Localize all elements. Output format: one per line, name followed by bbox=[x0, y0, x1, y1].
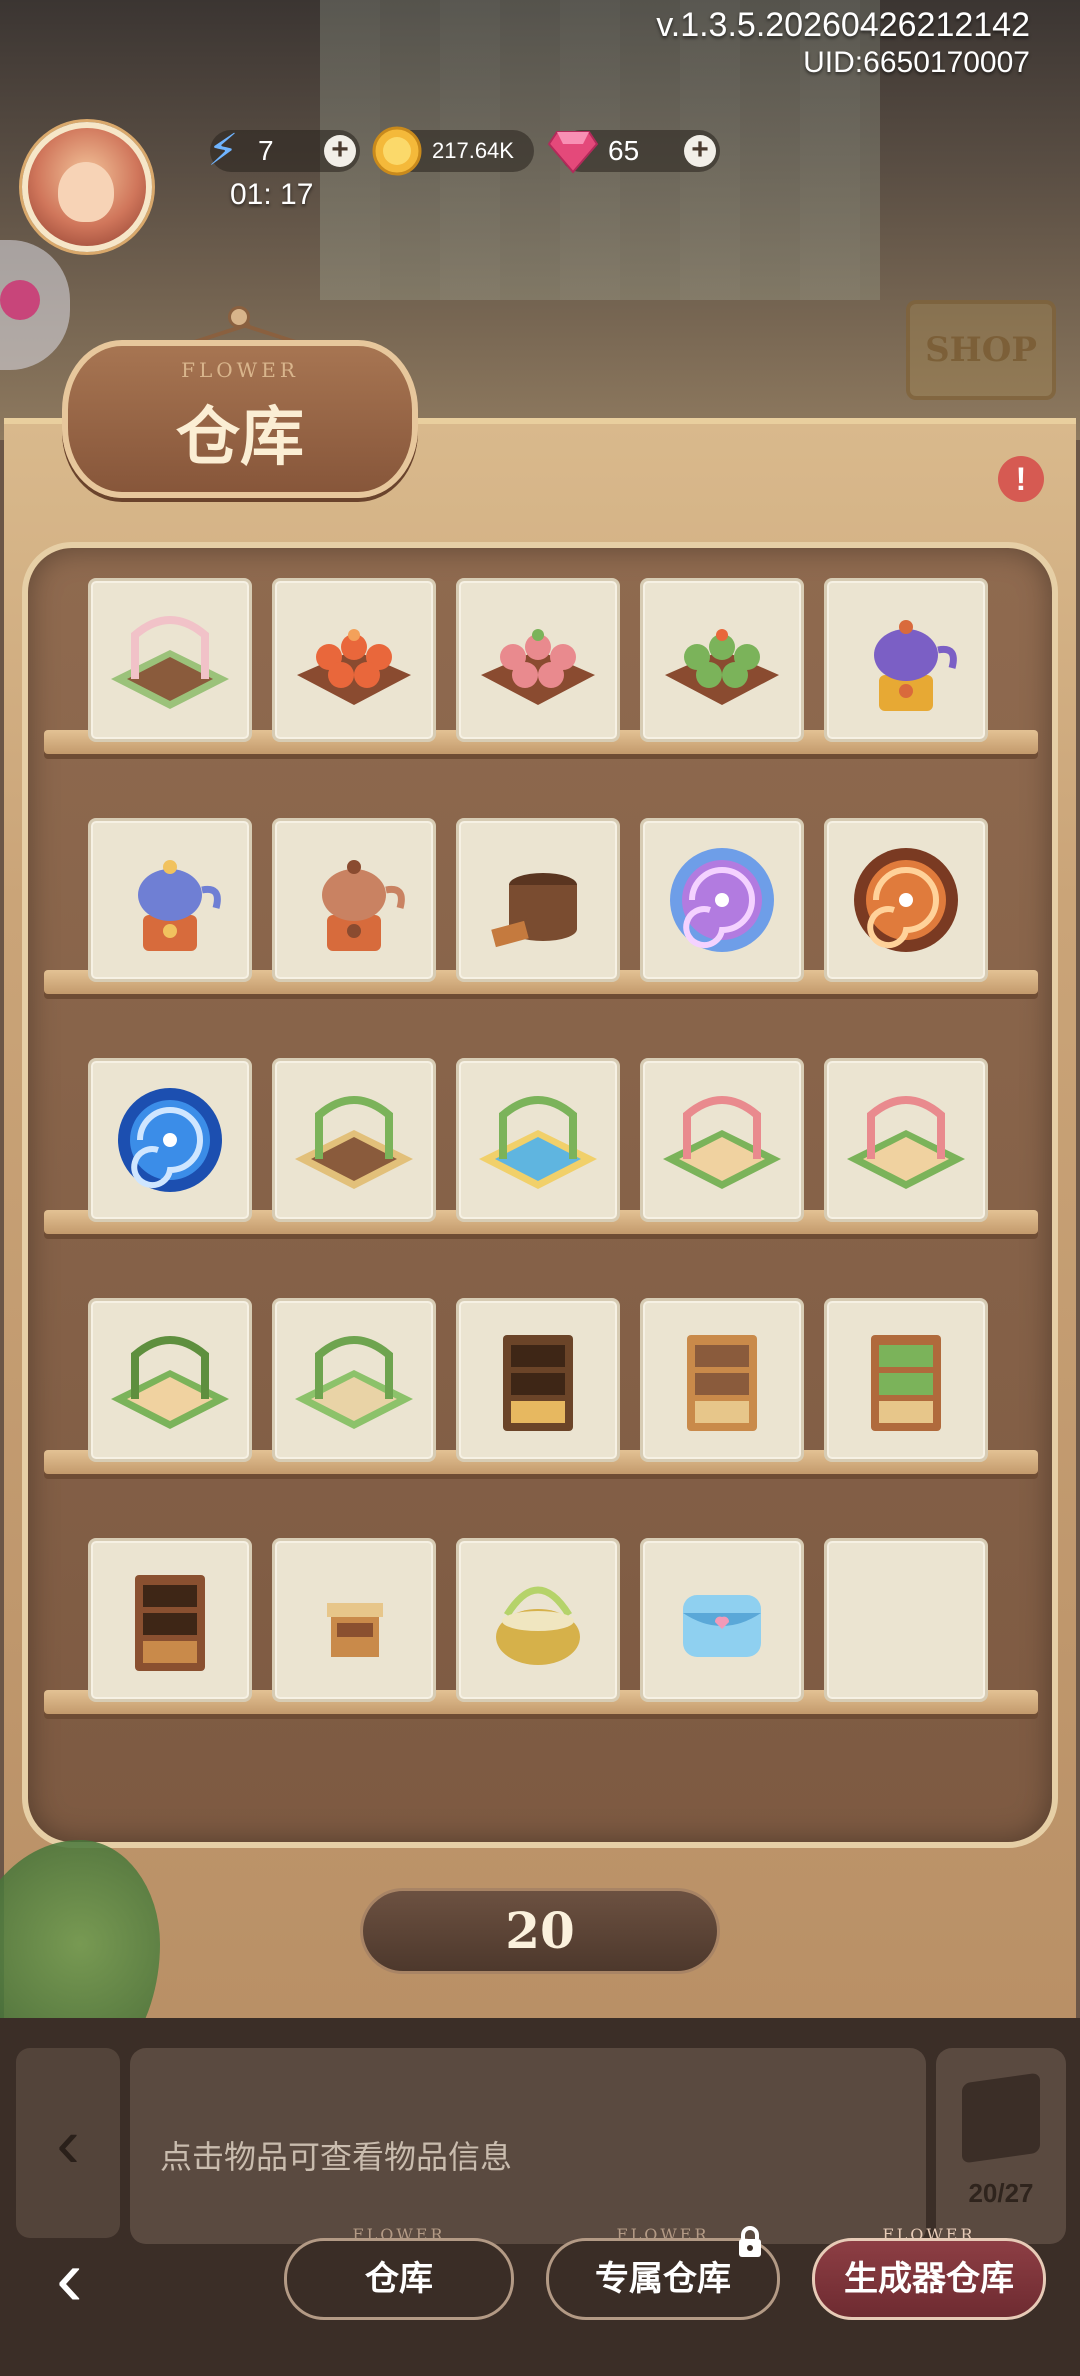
lock-icon bbox=[739, 2226, 761, 2257]
coin-counter: 217.64K bbox=[372, 126, 534, 176]
wooden-pot-icon bbox=[491, 873, 577, 948]
flower-garden-fence-icon bbox=[111, 616, 229, 709]
item-count: 20 bbox=[360, 1888, 720, 1974]
title-subtitle: FLOWER bbox=[181, 358, 299, 382]
flower-cabinet-icon bbox=[871, 1335, 941, 1431]
item-slot[interactable] bbox=[88, 818, 252, 982]
tab-exclusive-warehouse[interactable]: FLOWER 专属仓库 bbox=[546, 2226, 780, 2320]
back-arrow-button[interactable]: ‹ bbox=[56, 2238, 120, 2318]
wooden-cottage-icon bbox=[295, 1096, 413, 1189]
item-slot[interactable] bbox=[272, 578, 436, 742]
ruby-gem-icon bbox=[546, 124, 600, 178]
item-slot[interactable] bbox=[456, 818, 620, 982]
empty-slot[interactable] bbox=[824, 1538, 988, 1702]
cat-bookshelf-icon bbox=[687, 1335, 757, 1431]
tab-subtitle: FLOWER bbox=[352, 2225, 446, 2244]
vine-pergola-icon bbox=[111, 1336, 229, 1429]
purple-vortex-icon bbox=[670, 848, 774, 952]
title-plaque: FLOWER 仓库 bbox=[62, 340, 418, 498]
pond-pavilion-icon bbox=[479, 1096, 597, 1189]
alert-badge[interactable]: ! bbox=[998, 456, 1044, 502]
energy-value: 7 bbox=[258, 135, 274, 166]
avatar-face bbox=[58, 162, 114, 222]
green-arch-tile-icon bbox=[847, 1096, 965, 1189]
orange-vortex-icon bbox=[854, 848, 958, 952]
uid-label: UID:6650170007 bbox=[803, 46, 1030, 79]
orange-flower-bed-icon bbox=[297, 629, 411, 705]
pink-flower-bed-icon bbox=[481, 629, 595, 705]
item-slot[interactable] bbox=[824, 818, 988, 982]
add-energy-button[interactable]: + bbox=[324, 135, 356, 167]
item-slot[interactable] bbox=[272, 1538, 436, 1702]
collapse-arrow-button[interactable]: ‹ bbox=[16, 2048, 120, 2238]
item-slot[interactable] bbox=[640, 578, 804, 742]
lightning-icon: ⚡ bbox=[207, 126, 239, 175]
sprout-flower-bed-icon bbox=[665, 629, 779, 705]
coin-value: 217.64K bbox=[432, 138, 514, 163]
item-slot[interactable] bbox=[824, 1298, 988, 1462]
small-stool-icon bbox=[327, 1603, 383, 1657]
item-slot[interactable] bbox=[456, 1538, 620, 1702]
tab-warehouse-label: 仓库 bbox=[365, 2260, 433, 2298]
energy-counter: ⚡ 7 + bbox=[208, 129, 360, 173]
item-slot[interactable] bbox=[88, 1058, 252, 1222]
page-title: 仓库 bbox=[176, 400, 304, 475]
picnic-basket-icon bbox=[496, 1586, 580, 1665]
shop-sign[interactable]: SHOP bbox=[906, 300, 1056, 400]
add-gems-button[interactable]: + bbox=[684, 135, 716, 167]
tab-warehouse[interactable]: FLOWER 仓库 bbox=[284, 2227, 514, 2320]
blue-teapot-stove-icon bbox=[138, 860, 221, 951]
event-icon bbox=[0, 280, 40, 320]
hanger-nail bbox=[228, 306, 250, 328]
item-slot[interactable] bbox=[88, 1538, 252, 1702]
item-slot[interactable] bbox=[88, 1298, 252, 1462]
dark-cupboard-icon bbox=[503, 1335, 573, 1431]
purple-teapot-stove-icon bbox=[874, 620, 957, 711]
tab-generator-label: 生成器仓库 bbox=[844, 2260, 1014, 2298]
item-info-box: 点击物品可查看物品信息 bbox=[130, 2048, 926, 2244]
item-slot[interactable] bbox=[272, 1058, 436, 1222]
blue-vortex-icon bbox=[118, 1088, 222, 1192]
box-icon bbox=[962, 2072, 1040, 2164]
item-slot[interactable] bbox=[640, 1538, 804, 1702]
version-label: v.1.3.5.20260426212142 bbox=[656, 6, 1030, 44]
item-slot[interactable] bbox=[272, 818, 436, 982]
item-slot[interactable] bbox=[824, 578, 988, 742]
small-cabinet-icon bbox=[135, 1575, 205, 1671]
item-slot[interactable] bbox=[456, 578, 620, 742]
capacity-label: 20/27 bbox=[968, 2178, 1034, 2208]
item-slot[interactable] bbox=[640, 1058, 804, 1222]
capacity-box[interactable]: 20/27 bbox=[936, 2048, 1066, 2244]
copper-teapot-stove-icon bbox=[322, 860, 405, 951]
player-avatar[interactable] bbox=[22, 122, 152, 252]
item-slot[interactable] bbox=[272, 1298, 436, 1462]
tab-generator-warehouse[interactable]: FLOWER 生成器仓库 bbox=[812, 2227, 1046, 2320]
flower-arch-icon bbox=[663, 1096, 781, 1189]
grass-tile-icon bbox=[295, 1336, 413, 1429]
blue-pouch-icon bbox=[683, 1595, 761, 1657]
gem-value: 65 bbox=[608, 135, 640, 166]
tab-exclusive-label: 专属仓库 bbox=[595, 2260, 731, 2298]
item-slot[interactable] bbox=[456, 1058, 620, 1222]
energy-timer: 01: 17 bbox=[230, 178, 314, 211]
item-slot[interactable] bbox=[640, 818, 804, 982]
item-slot[interactable] bbox=[640, 1298, 804, 1462]
version-info: v.1.3.5.20260426212142 UID:6650170007 bbox=[656, 6, 1030, 82]
tab-subtitle: FLOWER bbox=[882, 2225, 976, 2244]
item-slot[interactable] bbox=[88, 578, 252, 742]
item-info-text: 点击物品可查看物品信息 bbox=[160, 2139, 513, 2175]
item-slot[interactable] bbox=[456, 1298, 620, 1462]
gem-counter: 65 + bbox=[547, 130, 720, 174]
item-slot[interactable] bbox=[824, 1058, 988, 1222]
clover-coin-icon bbox=[370, 124, 424, 178]
